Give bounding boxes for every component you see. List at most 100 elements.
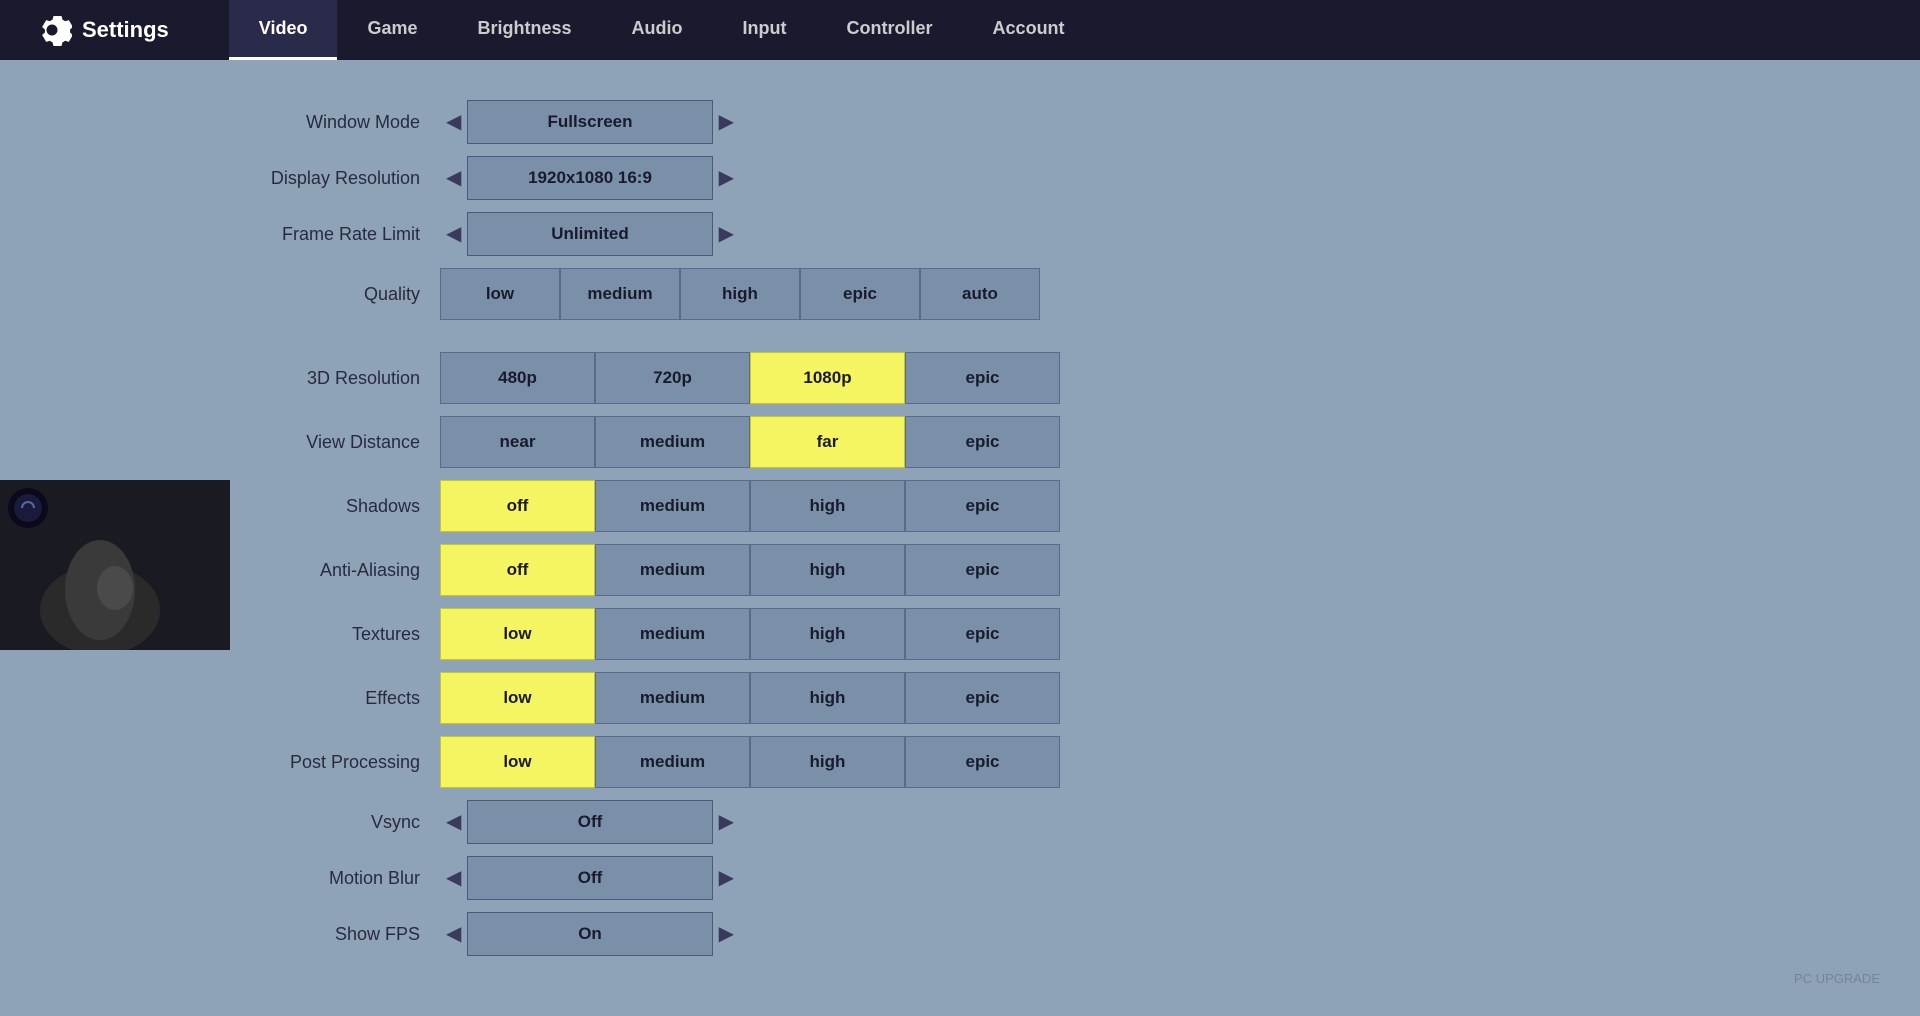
shadows-medium[interactable]: medium	[595, 480, 750, 532]
frame-rate-row: Frame Rate Limit ◀ Unlimited ▶	[180, 212, 1860, 256]
view-distance-btn-group: near medium far epic	[440, 416, 1060, 468]
anti-aliasing-btn-group: off medium high epic	[440, 544, 1060, 596]
tex-epic[interactable]: epic	[905, 608, 1060, 660]
window-mode-value: Fullscreen	[467, 100, 712, 144]
display-resolution-prev[interactable]: ◀	[440, 168, 467, 188]
tab-video[interactable]: Video	[229, 0, 338, 60]
vsync-value: Off	[467, 800, 712, 844]
frame-rate-value: Unlimited	[467, 212, 712, 256]
eff-high[interactable]: high	[750, 672, 905, 724]
gear-icon	[40, 14, 72, 46]
vsync-selector: ◀ Off ▶	[440, 800, 740, 844]
vsync-next[interactable]: ▶	[713, 812, 740, 832]
post-processing-label: Post Processing	[180, 752, 440, 773]
tab-controller[interactable]: Controller	[817, 0, 963, 60]
tex-medium[interactable]: medium	[595, 608, 750, 660]
res-720p[interactable]: 720p	[595, 352, 750, 404]
shadows-high[interactable]: high	[750, 480, 905, 532]
eff-epic[interactable]: epic	[905, 672, 1060, 724]
pp-high[interactable]: high	[750, 736, 905, 788]
quality-medium[interactable]: medium	[560, 268, 680, 320]
eff-medium[interactable]: medium	[595, 672, 750, 724]
motion-blur-value: Off	[467, 856, 712, 900]
quality-low[interactable]: low	[440, 268, 560, 320]
aa-high[interactable]: high	[750, 544, 905, 596]
display-resolution-row: Display Resolution ◀ 1920x1080 16:9 ▶	[180, 156, 1860, 200]
app-title: Settings	[82, 17, 169, 43]
show-fps-row: Show FPS ◀ On ▶	[180, 912, 1860, 956]
tab-account[interactable]: Account	[963, 0, 1095, 60]
motion-blur-next[interactable]: ▶	[713, 868, 740, 888]
view-distance-label: View Distance	[180, 432, 440, 453]
tab-audio[interactable]: Audio	[602, 0, 713, 60]
frame-rate-next[interactable]: ▶	[713, 224, 740, 244]
res-480p[interactable]: 480p	[440, 352, 595, 404]
tab-brightness[interactable]: Brightness	[448, 0, 602, 60]
post-processing-btn-group: low medium high epic	[440, 736, 1060, 788]
tex-low[interactable]: low	[440, 608, 595, 660]
window-mode-label: Window Mode	[180, 112, 440, 133]
quality-row: Quality low medium high epic auto	[180, 268, 1860, 320]
vd-epic[interactable]: epic	[905, 416, 1060, 468]
post-processing-row: Post Processing low medium high epic	[180, 736, 1860, 788]
window-mode-row: Window Mode ◀ Fullscreen ▶	[180, 100, 1860, 144]
res-epic[interactable]: epic	[905, 352, 1060, 404]
vd-medium[interactable]: medium	[595, 416, 750, 468]
eff-low[interactable]: low	[440, 672, 595, 724]
show-fps-label: Show FPS	[180, 924, 440, 945]
motion-blur-label: Motion Blur	[180, 868, 440, 889]
show-fps-prev[interactable]: ◀	[440, 924, 467, 944]
motion-blur-selector: ◀ Off ▶	[440, 856, 740, 900]
display-resolution-selector: ◀ 1920x1080 16:9 ▶	[440, 156, 740, 200]
window-mode-selector: ◀ Fullscreen ▶	[440, 100, 740, 144]
vd-near[interactable]: near	[440, 416, 595, 468]
pp-low[interactable]: low	[440, 736, 595, 788]
vd-far[interactable]: far	[750, 416, 905, 468]
header: Settings Video Game Brightness Audio Inp…	[0, 0, 1920, 60]
display-resolution-next[interactable]: ▶	[713, 168, 740, 188]
settings-section: Window Mode ◀ Fullscreen ▶ Display Resol…	[180, 100, 1860, 956]
thumbnail-image	[0, 480, 230, 650]
aa-off[interactable]: off	[440, 544, 595, 596]
window-mode-prev[interactable]: ◀	[440, 112, 467, 132]
quality-btn-group: low medium high epic auto	[440, 268, 1040, 320]
tex-high[interactable]: high	[750, 608, 905, 660]
quality-label: Quality	[180, 284, 440, 305]
shadows-epic[interactable]: epic	[905, 480, 1060, 532]
vsync-prev[interactable]: ◀	[440, 812, 467, 832]
res-1080p[interactable]: 1080p	[750, 352, 905, 404]
pp-medium[interactable]: medium	[595, 736, 750, 788]
tab-game[interactable]: Game	[337, 0, 447, 60]
nav-tabs: Video Game Brightness Audio Input Contro…	[229, 0, 1880, 60]
show-fps-selector: ◀ On ▶	[440, 912, 740, 956]
motion-blur-prev[interactable]: ◀	[440, 868, 467, 888]
frame-rate-selector: ◀ Unlimited ▶	[440, 212, 740, 256]
vsync-row: Vsync ◀ Off ▶	[180, 800, 1860, 844]
effects-label: Effects	[180, 688, 440, 709]
shadows-off[interactable]: off	[440, 480, 595, 532]
display-resolution-value: 1920x1080 16:9	[467, 156, 712, 200]
frame-rate-prev[interactable]: ◀	[440, 224, 467, 244]
thumbnail-overlay	[0, 480, 230, 650]
pp-epic[interactable]: epic	[905, 736, 1060, 788]
resolution-3d-row: 3D Resolution 480p 720p 1080p epic	[180, 352, 1860, 404]
resolution-3d-btn-group: 480p 720p 1080p epic	[440, 352, 1060, 404]
app-logo: Settings	[40, 14, 169, 46]
quality-high[interactable]: high	[680, 268, 800, 320]
view-distance-row: View Distance near medium far epic	[180, 416, 1860, 468]
vsync-label: Vsync	[180, 812, 440, 833]
aa-medium[interactable]: medium	[595, 544, 750, 596]
watermark: PC UPGRADE	[1794, 971, 1880, 986]
display-resolution-label: Display Resolution	[180, 168, 440, 189]
anti-aliasing-row: Anti-Aliasing off medium high epic	[180, 544, 1860, 596]
main-content: Window Mode ◀ Fullscreen ▶ Display Resol…	[0, 60, 1920, 996]
show-fps-next[interactable]: ▶	[713, 924, 740, 944]
quality-epic[interactable]: epic	[800, 268, 920, 320]
quality-auto[interactable]: auto	[920, 268, 1040, 320]
motion-blur-row: Motion Blur ◀ Off ▶	[180, 856, 1860, 900]
window-mode-next[interactable]: ▶	[713, 112, 740, 132]
shadows-row: Shadows off medium high epic	[180, 480, 1860, 532]
show-fps-value: On	[467, 912, 712, 956]
tab-input[interactable]: Input	[713, 0, 817, 60]
aa-epic[interactable]: epic	[905, 544, 1060, 596]
